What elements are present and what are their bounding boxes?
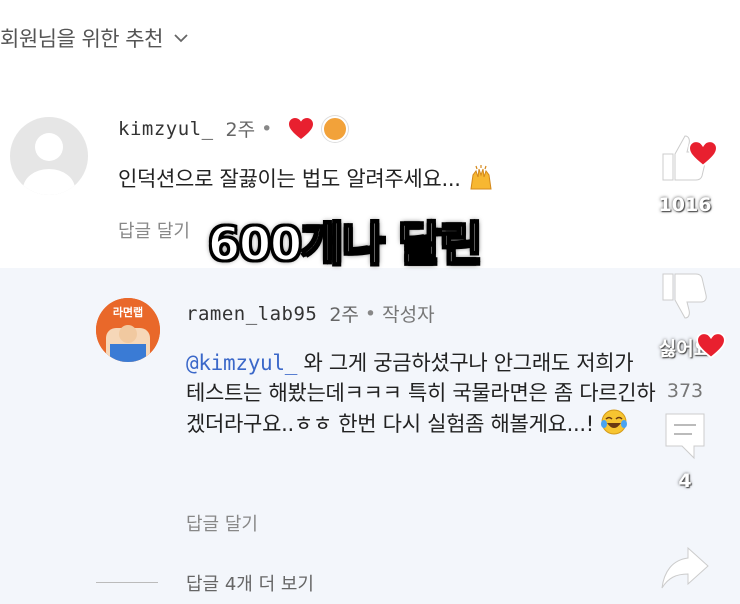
comment-text: 인덕션으로 잘끓이는 법도 알려주세요... — [118, 163, 495, 194]
dislike-count: 373 — [666, 380, 704, 402]
dislike-count-row: 373 — [630, 380, 740, 402]
share-icon — [661, 546, 709, 589]
view-more-replies-button[interactable]: 답글 4개 더 보기 — [186, 570, 314, 596]
mention-link[interactable]: @kimzyul_ — [186, 351, 297, 375]
comment-username[interactable]: kimzyul_ — [118, 118, 214, 140]
meta-separator: • — [261, 117, 273, 140]
dislike-button[interactable]: 싫어요 — [630, 270, 740, 361]
comments-button[interactable]: 4 — [630, 410, 740, 492]
like-button[interactable]: 1016 — [630, 132, 740, 216]
comment-text: @kimzyul_ 와 그게 궁금하셨구나 안그래도 저희가 테스트는 해봤는데… — [186, 348, 656, 439]
video-caption: 600개나 달린 — [207, 216, 483, 272]
comment-item: 라면랩 ramen_lab95 2주 • 작성자 @kimzyul_ 와 그게 … — [0, 268, 740, 604]
heart-sticker-icon — [688, 140, 718, 167]
reply-button[interactable]: 답글 달기 — [186, 510, 258, 536]
chevron-down-icon — [174, 34, 188, 43]
avatar[interactable] — [10, 117, 88, 195]
comment-count: 4 — [678, 470, 692, 492]
thumbs-down-icon — [662, 273, 707, 319]
comment-time: 2주 — [329, 304, 359, 326]
replies-divider — [96, 582, 158, 583]
reply-button[interactable]: 답글 달기 — [118, 217, 190, 243]
comment-meta: kimzyul_ 2주 • — [118, 115, 349, 142]
avatar-label: 라면랩 — [112, 306, 144, 319]
recommend-header[interactable]: 회원님을 위한 추천 — [0, 18, 189, 58]
creator-avatar-mini — [322, 115, 349, 142]
comment-username[interactable]: ramen_lab95 — [186, 303, 317, 325]
avatar[interactable]: 라면랩 — [96, 298, 160, 362]
heart-sticker-icon — [696, 332, 726, 359]
like-count: 1016 — [658, 194, 712, 216]
default-avatar-icon — [23, 133, 75, 195]
tears-of-joy-emoji-icon — [601, 409, 628, 435]
meta-separator: • — [364, 302, 377, 325]
comment-icon — [665, 413, 705, 460]
comment-time: 2주 — [225, 119, 256, 141]
raising-hands-emoji-icon — [470, 165, 492, 190]
share-button[interactable] — [630, 546, 740, 590]
comment-body: 인덕션으로 잘끓이는 법도 알려주세요... — [118, 167, 461, 191]
comment-meta: ramen_lab95 2주 • 작성자 — [186, 300, 435, 327]
recommend-title: 회원님을 위한 추천 — [0, 27, 163, 51]
creator-heart-icon — [289, 117, 314, 139]
author-badge: 작성자 — [382, 304, 435, 326]
action-rail: 1016 싫어요 373 4 — [630, 120, 740, 604]
